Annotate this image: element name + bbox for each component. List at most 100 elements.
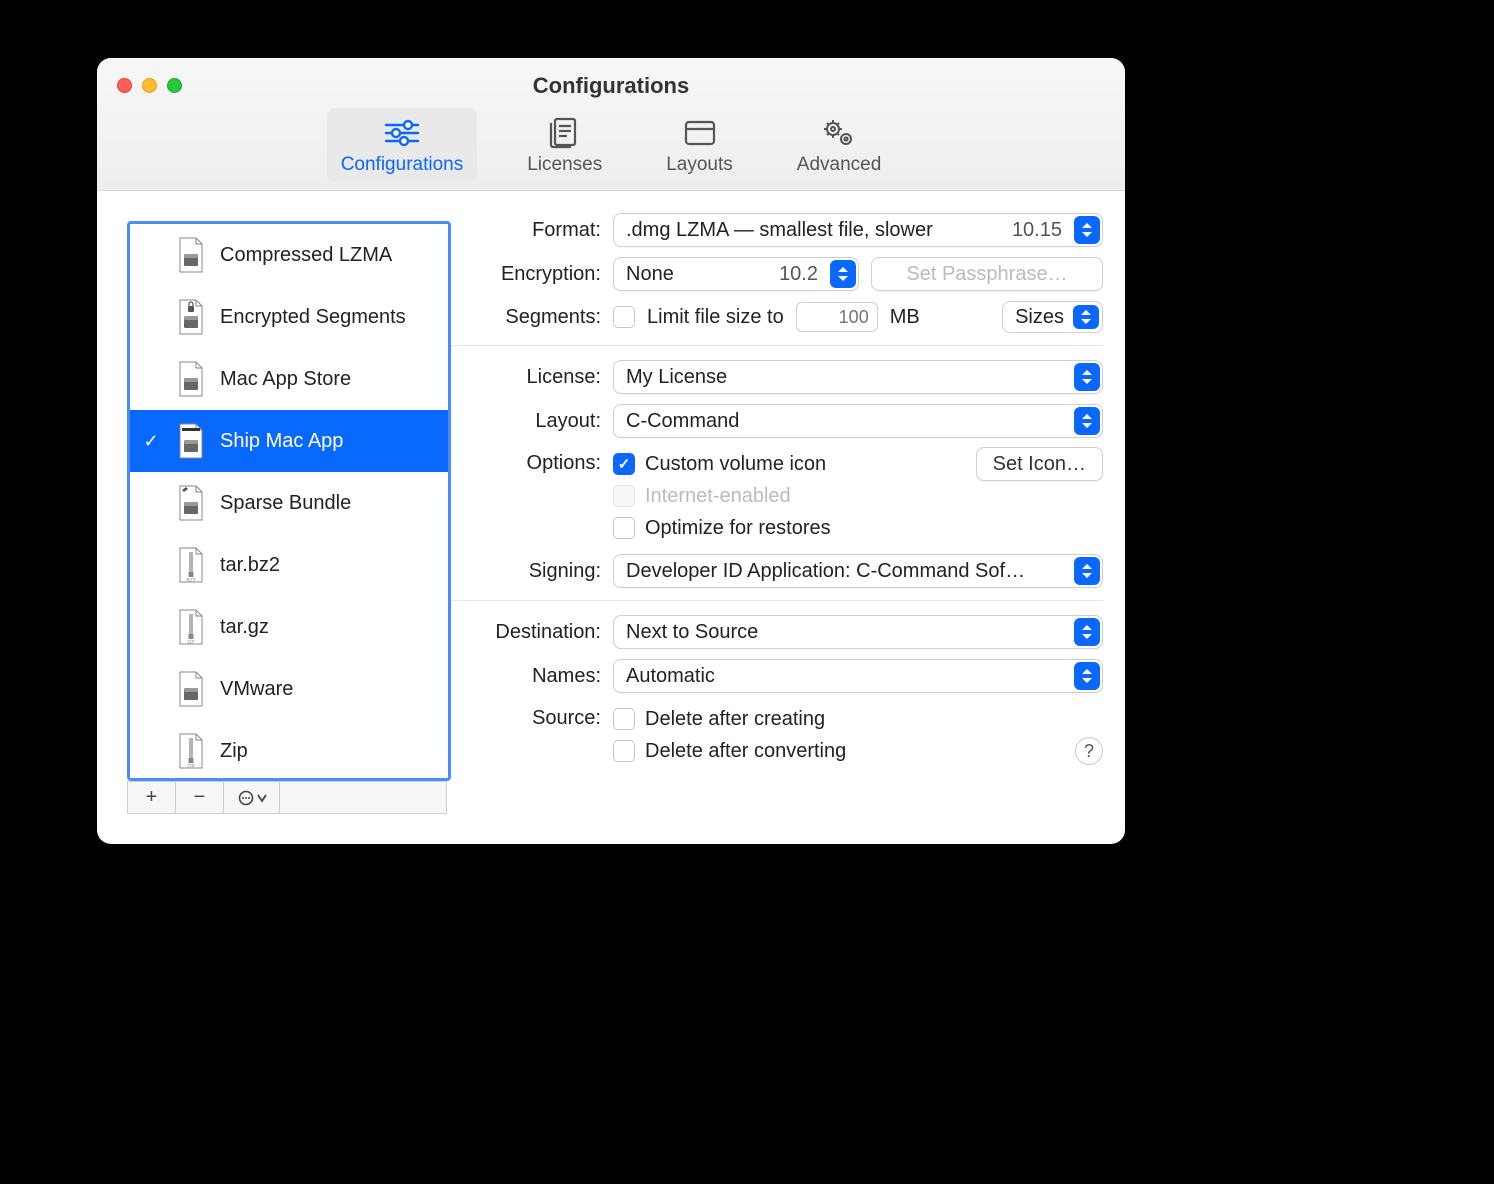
tab-configurations-label: Configurations	[341, 154, 464, 176]
file-type-icon	[174, 668, 208, 710]
svg-text:ZIP: ZIP	[187, 764, 195, 770]
encryption-select[interactable]: None 10.2	[613, 257, 859, 291]
delete-after-converting-checkbox[interactable]	[613, 740, 635, 762]
layout-select[interactable]: C-Command	[613, 404, 1103, 438]
titlebar: Configurations Configurations	[97, 58, 1125, 191]
list-item[interactable]: Sparse Bundle	[130, 472, 448, 534]
file-type-icon	[174, 358, 208, 400]
internet-enabled-checkbox	[613, 485, 635, 507]
add-button[interactable]: +	[128, 782, 176, 813]
file-type-icon: ZIP	[174, 730, 208, 772]
segment-size-unit: MB	[890, 306, 920, 329]
encryption-os-min: 10.2	[779, 263, 818, 286]
tab-layouts[interactable]: Layouts	[652, 108, 747, 182]
list-item-label: Mac App Store	[220, 368, 438, 391]
file-type-icon	[174, 234, 208, 276]
delete-after-creating-checkbox[interactable]	[613, 708, 635, 730]
signing-value: Developer ID Application: C-Command Sof…	[626, 560, 1025, 583]
license-value: My License	[626, 366, 727, 389]
file-type-icon	[174, 420, 208, 462]
list-item[interactable]: GZ tar.gz	[130, 596, 448, 658]
tab-licenses[interactable]: Licenses	[513, 108, 616, 182]
format-select[interactable]: .dmg LZMA — smallest file, slower 10.15	[613, 213, 1103, 247]
delete-after-converting-label: Delete after converting	[645, 740, 846, 763]
encryption-value: None	[626, 263, 674, 286]
custom-volume-icon-checkbox[interactable]	[613, 453, 635, 475]
set-passphrase-button: Set Passphrase…	[871, 257, 1103, 291]
segments-label: Segments:	[461, 306, 601, 329]
list-item[interactable]: ✓ Ship Mac App	[130, 410, 448, 472]
format-label: Format:	[461, 219, 601, 242]
layout-value: C-Command	[626, 410, 739, 433]
optimize-restores-checkbox[interactable]	[613, 517, 635, 539]
set-icon-button[interactable]: Set Icon…	[976, 447, 1103, 481]
stepper-icon	[830, 260, 856, 288]
list-item-label: tar.bz2	[220, 554, 438, 577]
svg-text:GZ: GZ	[188, 640, 195, 646]
license-select[interactable]: My License	[613, 360, 1103, 394]
internet-enabled-label: Internet-enabled	[645, 485, 791, 508]
configuration-form: Format: .dmg LZMA — smallest file, slowe…	[451, 191, 1125, 844]
source-label: Source:	[461, 703, 601, 730]
list-action-bar: + −	[127, 781, 447, 814]
stepper-icon	[1074, 557, 1100, 585]
names-select[interactable]: Automatic	[613, 659, 1103, 693]
options-label: Options:	[461, 448, 601, 475]
sidebar-panel: Compressed LZMA Encrypted Segments Mac App…	[97, 191, 451, 844]
stepper-icon	[1074, 407, 1100, 435]
tab-advanced-label: Advanced	[797, 154, 882, 176]
remove-button[interactable]: −	[176, 782, 224, 813]
checkmark-icon: ✓	[140, 431, 162, 452]
optimize-restores-label: Optimize for restores	[645, 517, 831, 540]
destination-select[interactable]: Next to Source	[613, 615, 1103, 649]
action-menu-button[interactable]	[224, 782, 280, 813]
list-item[interactable]: VMware	[130, 658, 448, 720]
list-item[interactable]: Compressed LZMA	[130, 224, 448, 286]
list-item[interactable]: Encrypted Segments	[130, 286, 448, 348]
list-item[interactable]: BZ2 tar.bz2	[130, 534, 448, 596]
tab-configurations[interactable]: Configurations	[327, 108, 478, 182]
signing-select[interactable]: Developer ID Application: C-Command Sof…	[613, 554, 1103, 588]
limit-size-label: Limit file size to	[647, 306, 784, 329]
encryption-label: Encryption:	[461, 263, 601, 286]
tab-layouts-label: Layouts	[666, 154, 733, 176]
destination-label: Destination:	[461, 621, 601, 644]
tab-advanced[interactable]: Advanced	[783, 108, 896, 182]
layout-label: Layout:	[461, 410, 601, 433]
destination-value: Next to Source	[626, 621, 758, 644]
list-item-label: Compressed LZMA	[220, 244, 438, 267]
license-label: License:	[461, 366, 601, 389]
svg-text:BZ2: BZ2	[186, 578, 195, 584]
file-type-icon: BZ2	[174, 544, 208, 586]
custom-volume-icon-label: Custom volume icon	[645, 453, 826, 476]
configurations-list[interactable]: Compressed LZMA Encrypted Segments Mac App…	[127, 221, 451, 781]
list-item-label: Sparse Bundle	[220, 492, 438, 515]
preferences-window: Configurations Configurations	[97, 58, 1125, 844]
toolbar: Configurations Licenses Layouts	[97, 108, 1125, 182]
content-area: Compressed LZMA Encrypted Segments Mac App…	[97, 191, 1125, 844]
file-type-icon	[174, 296, 208, 338]
stepper-icon	[1073, 305, 1099, 329]
list-item[interactable]: Mac App Store	[130, 348, 448, 410]
divider	[451, 600, 1103, 601]
gears-icon	[819, 114, 859, 152]
window-title: Configurations	[97, 73, 1125, 99]
stepper-icon	[1074, 363, 1100, 391]
sliders-icon	[382, 114, 422, 152]
list-item[interactable]: ZIPZip	[130, 720, 448, 781]
divider	[451, 345, 1103, 346]
help-button[interactable]: ?	[1075, 737, 1103, 765]
file-type-icon: GZ	[174, 606, 208, 648]
format-os-min: 10.15	[1012, 219, 1062, 242]
list-item-label: VMware	[220, 678, 438, 701]
limit-size-checkbox[interactable]	[613, 306, 635, 328]
names-label: Names:	[461, 665, 601, 688]
list-item-label: tar.gz	[220, 616, 438, 639]
tab-licenses-label: Licenses	[527, 154, 602, 176]
list-item-label: Ship Mac App	[220, 430, 438, 453]
format-value: .dmg LZMA — smallest file, slower	[626, 219, 933, 242]
segment-size-input[interactable]	[796, 302, 878, 332]
delete-after-creating-label: Delete after creating	[645, 708, 825, 731]
document-icon	[548, 114, 582, 152]
sizes-menu[interactable]: Sizes	[1002, 301, 1103, 333]
